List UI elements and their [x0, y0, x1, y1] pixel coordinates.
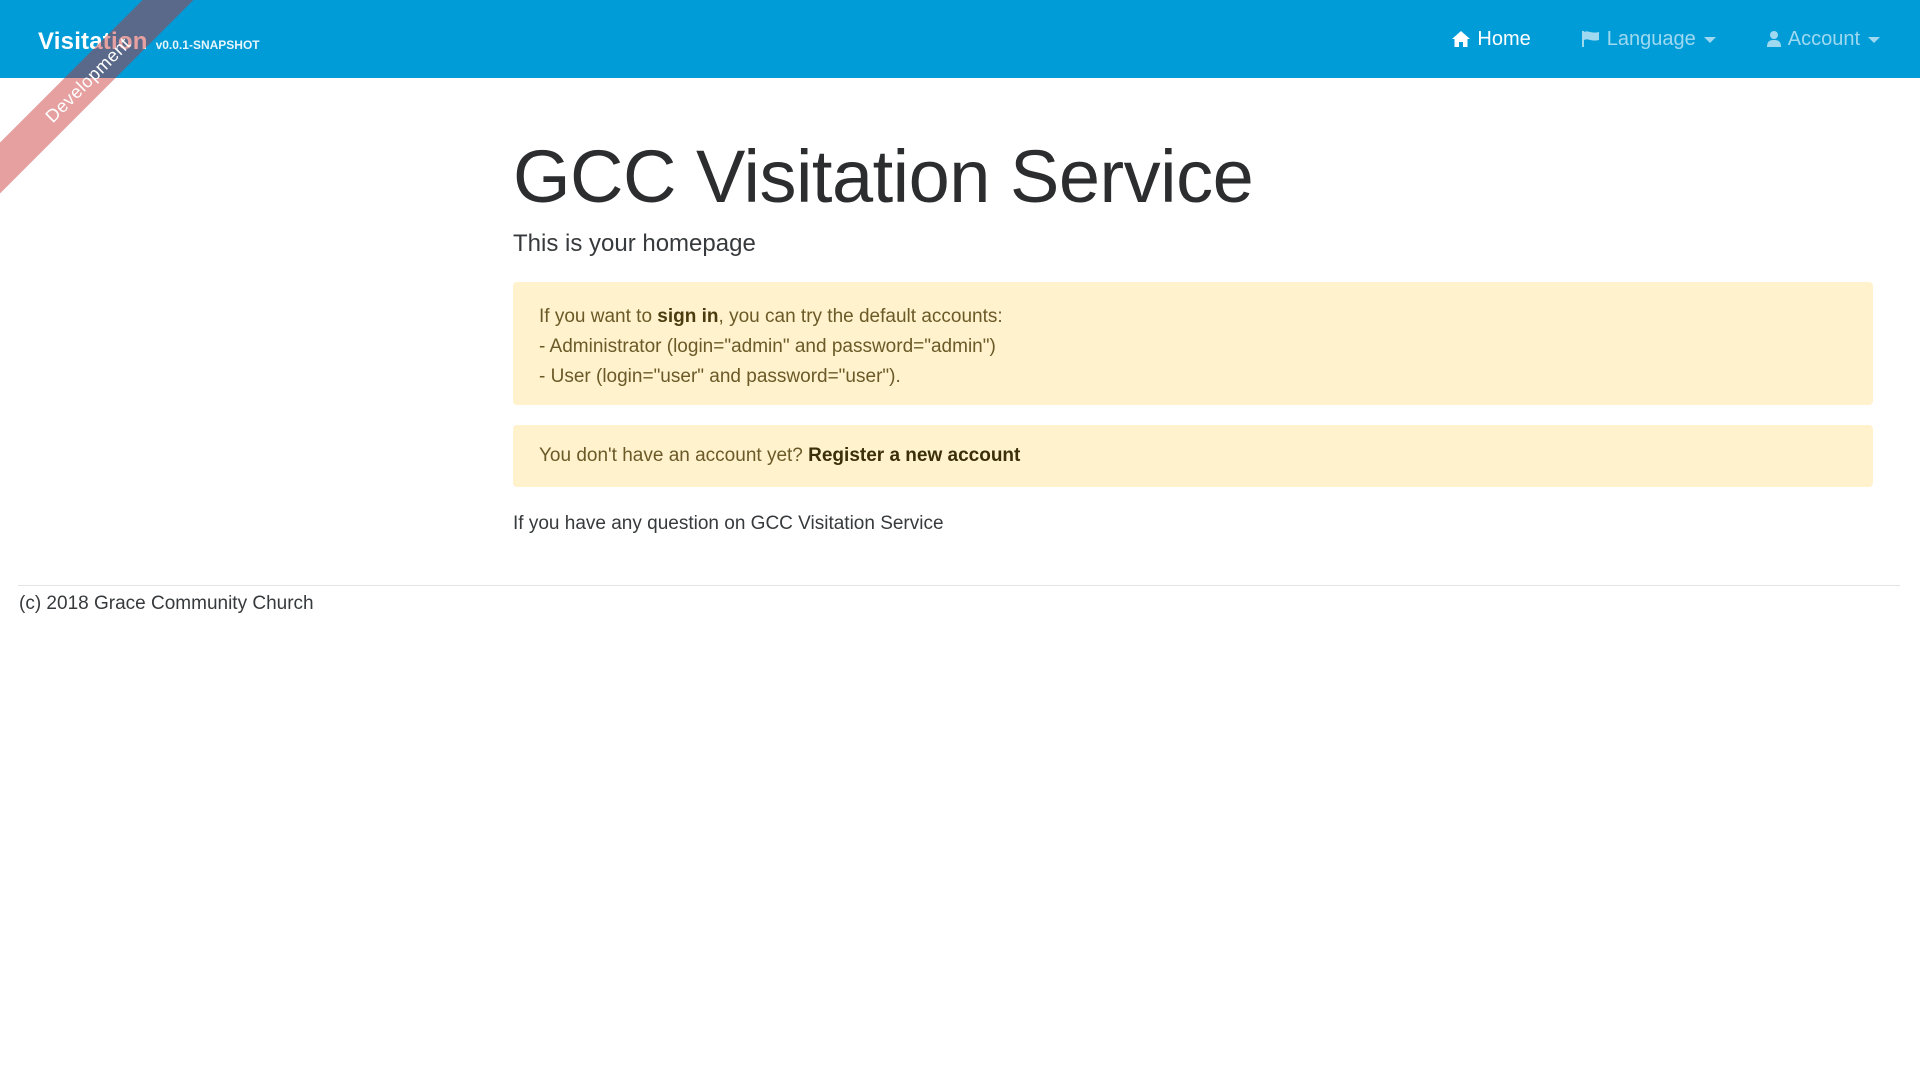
brand-title: Visitation: [38, 28, 148, 55]
top-navbar: Visitation v0.0.1-SNAPSHOT Home Language…: [0, 0, 1920, 78]
chevron-down-icon: [1868, 37, 1880, 43]
signin-alert-line2: - Administrator (login="admin" and passw…: [539, 335, 996, 357]
home-icon: [1452, 31, 1471, 47]
signin-suffix: , you can try the default accounts:: [718, 305, 1003, 327]
nav-language-label: Language: [1606, 27, 1696, 50]
page-lead: This is your homepage: [513, 229, 756, 257]
register-alert: You don't have an account yet? Register …: [513, 424, 1873, 487]
brand-version: v0.0.1-SNAPSHOT: [155, 38, 260, 52]
signin-prefix: If you want to: [539, 305, 658, 327]
nav-menu: Home Language Account: [1401, 0, 1880, 78]
brand-link[interactable]: Visitation v0.0.1-SNAPSHOT: [38, 28, 260, 56]
register-link[interactable]: Register a new account: [808, 445, 1020, 467]
page-title: GCC Visitation Service: [513, 135, 1254, 218]
nav-account-dropdown[interactable]: Account: [1766, 28, 1880, 51]
sign-in-link[interactable]: sign in: [657, 306, 718, 327]
question-text: If you have any question on GCC Visitati…: [513, 512, 944, 534]
chevron-down-icon: [1703, 37, 1716, 43]
nav-account-label: Account: [1787, 27, 1860, 50]
nav-language-dropdown[interactable]: Language: [1581, 28, 1716, 51]
signin-alert-line3: - User (login="user" and password="user"…: [539, 365, 901, 387]
signin-alert: If you want to sign in, you can try the …: [513, 281, 1873, 405]
signin-alert-line1: If you want to sign in, you can try the …: [539, 302, 1847, 332]
nav-home[interactable]: Home: [1451, 27, 1531, 51]
nav-home-label: Home: [1477, 27, 1531, 50]
user-icon: [1766, 31, 1781, 47]
footer-copyright: (c) 2018 Grace Community Church: [19, 593, 314, 614]
main-content: GCC Visitation Service This is your home…: [513, 138, 1873, 535]
footer-divider: [18, 585, 1900, 586]
register-prefix: You don't have an account yet?: [539, 444, 809, 466]
flag-icon: [1581, 31, 1599, 47]
